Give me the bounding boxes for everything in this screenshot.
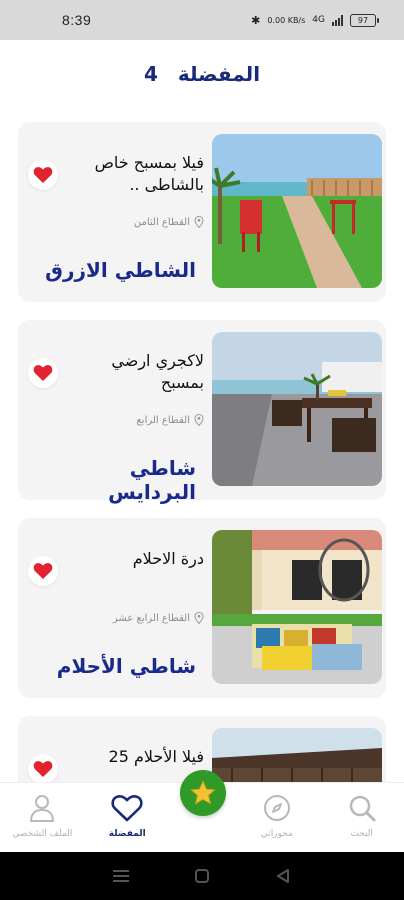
property-location: القطاع الرابع عشر <box>64 612 204 624</box>
favorite-button[interactable] <box>28 160 58 190</box>
favorite-button[interactable] <box>28 754 58 784</box>
property-image[interactable] <box>212 134 382 288</box>
featured-button[interactable] <box>180 770 226 816</box>
home-icon[interactable] <box>194 868 210 884</box>
nav-favorites[interactable]: المفضلة <box>87 793 167 839</box>
property-image[interactable] <box>212 332 382 486</box>
nav-profile-label: الملف الشخصي <box>12 829 73 839</box>
compass-icon <box>263 795 290 821</box>
heart-icon <box>33 167 53 183</box>
nav-profile[interactable]: الملف الشخصي <box>2 793 82 839</box>
page-header: المفضلة 4 <box>0 52 404 96</box>
property-title: فيلا بمسبح خاص بالشاطى .. <box>94 153 204 194</box>
bluetooth-icon: ✱ <box>251 13 261 27</box>
nav-search[interactable]: البحث <box>322 793 402 839</box>
signal-icon <box>332 14 343 26</box>
property-card[interactable]: لاكجري ارضي بمسبح القطاع الرابع شاطي الب… <box>18 320 386 504</box>
favorite-button[interactable] <box>28 556 58 586</box>
property-location: القطاع الرابع <box>64 414 204 426</box>
status-time: 8:39 <box>62 12 92 28</box>
property-location: القطاع الثامن <box>64 216 204 228</box>
heart-icon <box>33 563 53 579</box>
menu-icon[interactable] <box>112 869 129 883</box>
location-label: القطاع الرابع عشر <box>112 612 190 624</box>
heart-icon <box>33 761 53 777</box>
page-title: المفضلة <box>177 62 261 86</box>
property-card[interactable]: درة الاحلام القطاع الرابع عشر شاطي الأحل… <box>18 518 386 698</box>
star-icon <box>190 780 216 805</box>
status-icons: ✱ 0.00 KB/s 4G 97 <box>251 13 379 27</box>
location-label: القطاع الرابع <box>136 414 190 426</box>
data-speed: 0.00 KB/s <box>267 15 306 25</box>
nav-bookings-label: مجوراتي <box>260 829 293 839</box>
beach-name[interactable]: شاطي الأحلام <box>36 654 196 678</box>
user-icon <box>30 795 55 822</box>
heart-outline-icon <box>111 795 143 822</box>
nav-favorites-label: المفضلة <box>108 829 146 839</box>
beach-name[interactable]: شاطي البردايس <box>36 456 196 504</box>
favorites-count: 4 <box>143 62 158 86</box>
nav-bookings[interactable]: مجوراتي <box>237 793 317 839</box>
location-pin-icon <box>194 414 204 426</box>
location-pin-icon <box>194 216 204 228</box>
property-image[interactable] <box>212 530 382 684</box>
property-title: لاكجري ارضي بمسبح <box>111 351 204 392</box>
nav-search-label: البحث <box>350 829 373 839</box>
location-label: القطاع الثامن <box>133 216 190 228</box>
network-type: 4G <box>312 15 325 25</box>
favorite-button[interactable] <box>28 358 58 388</box>
search-icon <box>349 795 376 822</box>
beach-name[interactable]: الشاطي الازرق <box>36 258 196 282</box>
location-pin-icon <box>194 612 204 624</box>
heart-icon <box>33 365 53 381</box>
status-bar: 8:39 ✱ 0.00 KB/s 4G 97 <box>0 0 404 40</box>
property-title: درة الاحلام <box>132 549 204 568</box>
battery-icon: 97 <box>350 13 379 27</box>
back-icon[interactable] <box>275 868 291 884</box>
battery-level: 97 <box>357 15 369 25</box>
system-navigation-bar <box>0 852 404 900</box>
property-title: فيلا الأحلام 25 <box>108 747 204 766</box>
property-card[interactable]: فيلا بمسبح خاص بالشاطى .. القطاع الثامن … <box>18 122 386 302</box>
